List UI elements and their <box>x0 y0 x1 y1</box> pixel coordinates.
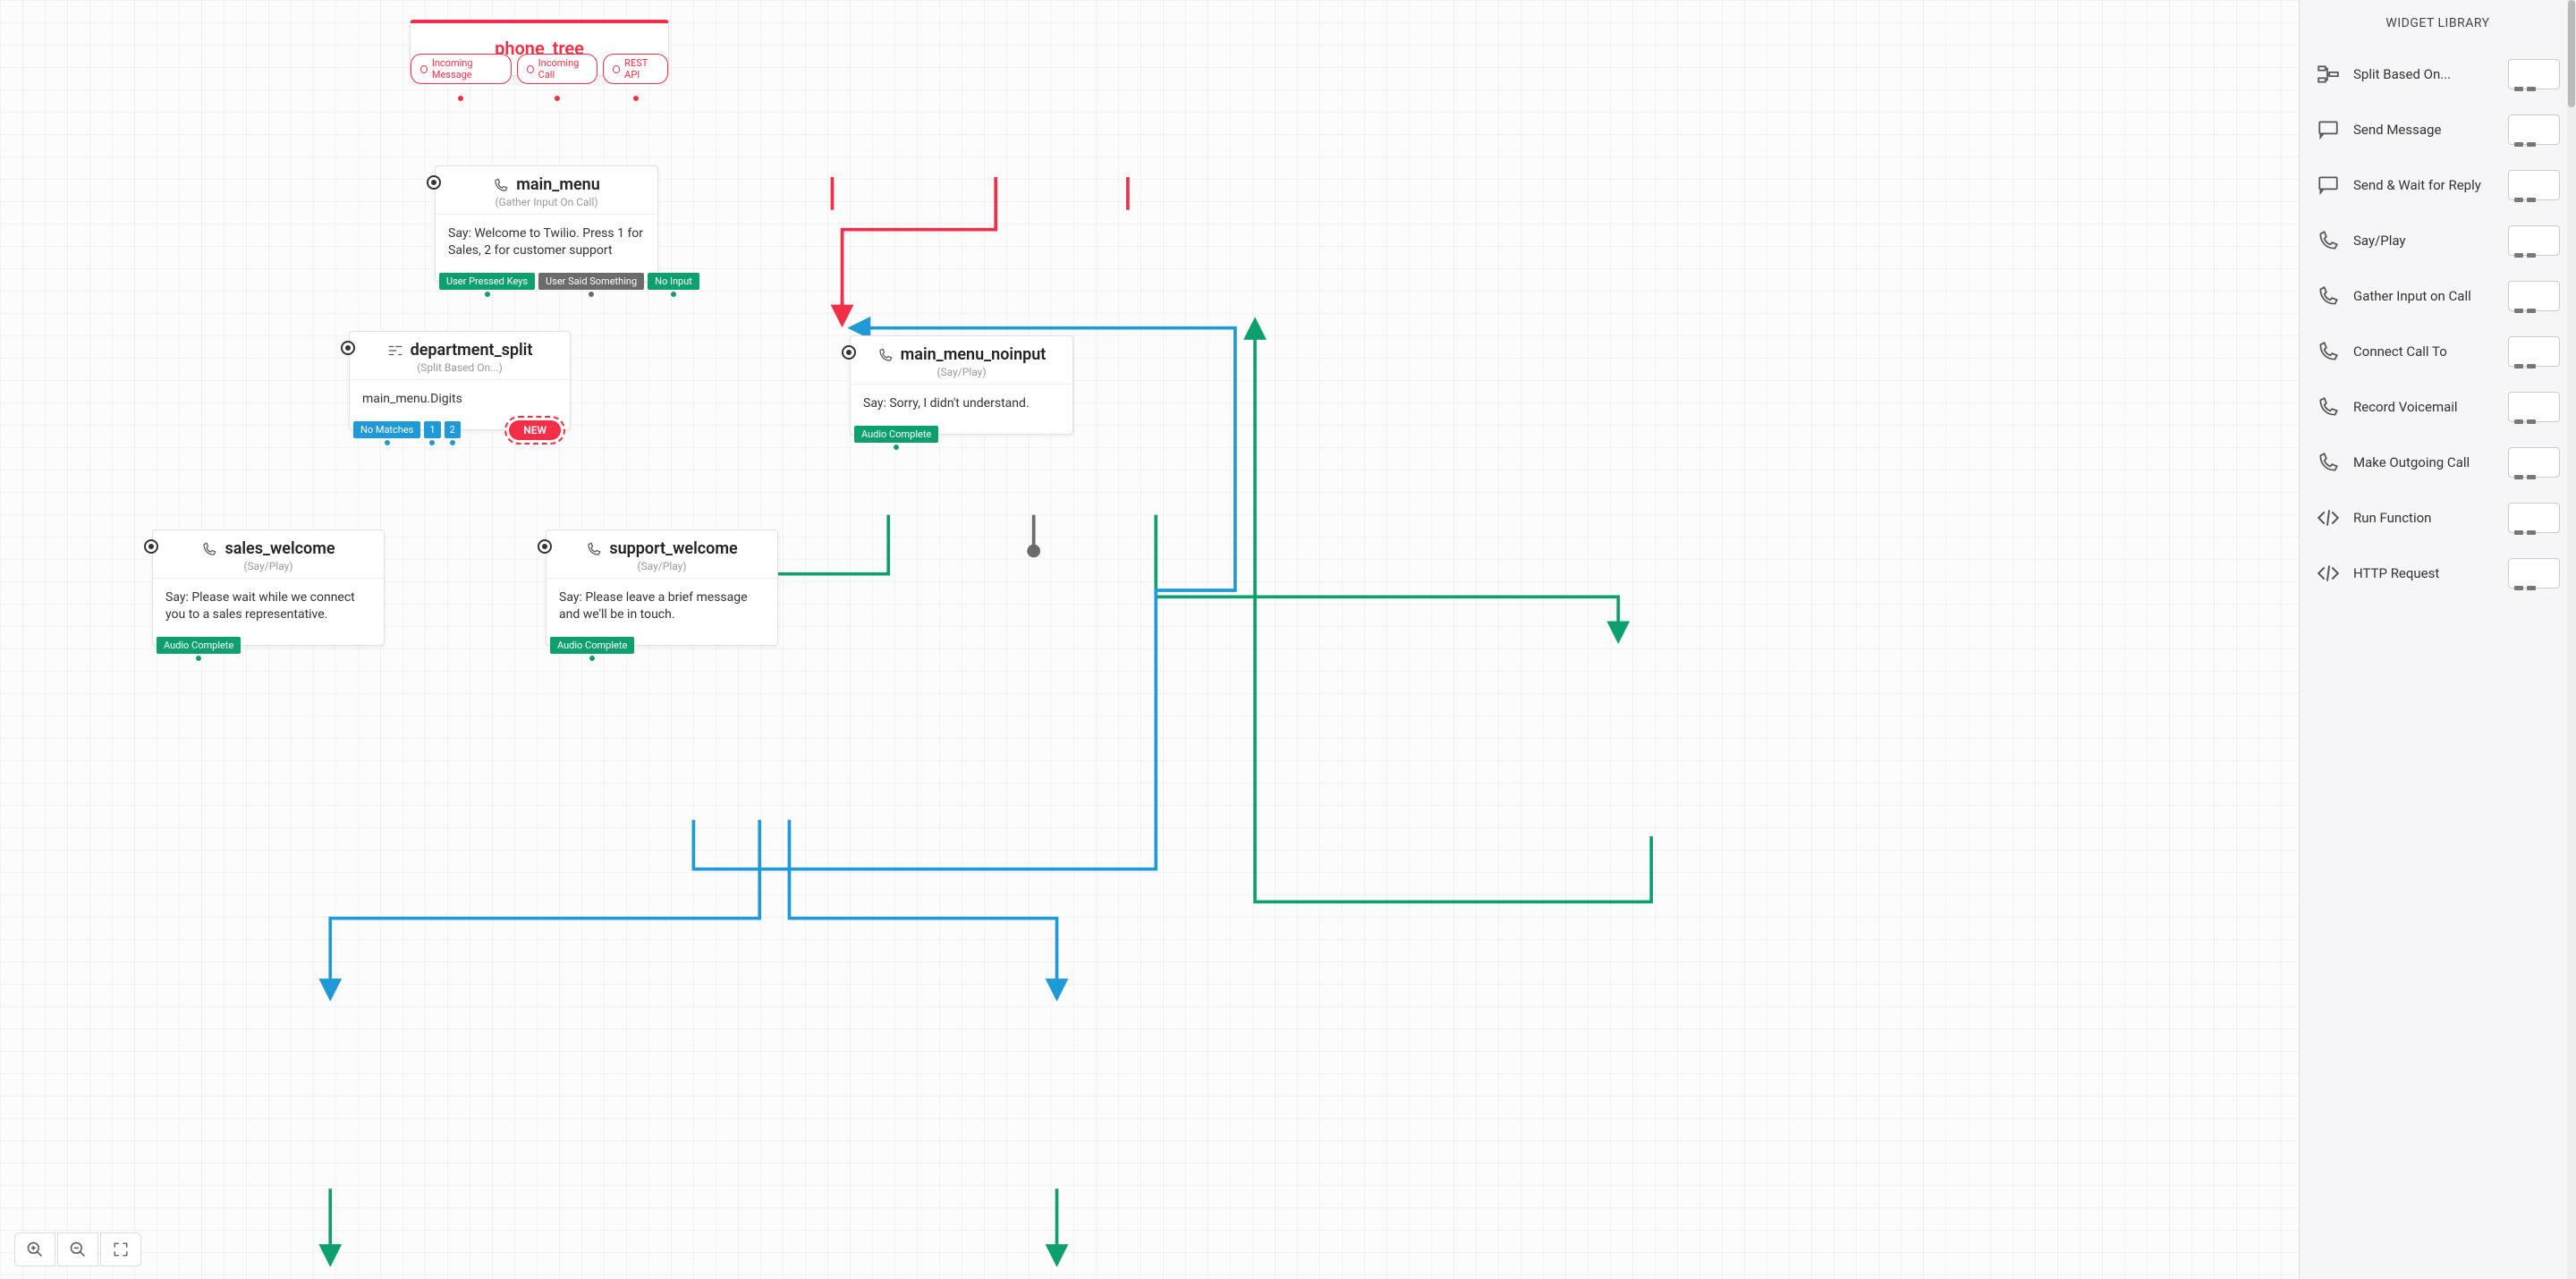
zoom-out-button[interactable] <box>57 1232 98 1266</box>
widget-label: Send & Wait for Reply <box>2353 177 2496 193</box>
node-title: main_menu_noinput <box>901 345 1046 364</box>
widget-library-item[interactable]: Say/Play <box>2300 213 2576 268</box>
phone-icon <box>2316 340 2341 363</box>
widget-label: Say/Play <box>2353 233 2496 249</box>
widget-label: Record Voicemail <box>2353 399 2496 415</box>
widget-library-item[interactable]: Record Voicemail <box>2300 379 2576 435</box>
phone-icon <box>586 541 602 557</box>
trigger-output-incoming-message[interactable]: Incoming Message <box>411 54 512 84</box>
widget-label: Split Based On... <box>2353 66 2496 82</box>
trigger-output-incoming-call[interactable]: Incoming Call <box>517 54 598 84</box>
widget-library-item[interactable]: Split Based On... <box>2300 47 2576 102</box>
widget-label: Make Outgoing Call <box>2353 454 2496 470</box>
sidebar-scrollbar[interactable] <box>2567 0 2576 1279</box>
flow-canvas[interactable]: phone_tree Incoming Message Incoming Cal… <box>0 0 2576 1279</box>
widget-thumbnail <box>2508 336 2560 367</box>
widget-library-panel: WIDGET LIBRARY Split Based On... Send Mes… <box>2299 0 2576 1279</box>
node-body: Say: Please leave a brief message and we… <box>547 579 777 645</box>
edges-layer <box>0 0 2576 1279</box>
widget-library-item[interactable]: Connect Call To <box>2300 324 2576 379</box>
phone-icon <box>493 177 509 193</box>
zoom-controls <box>14 1232 141 1266</box>
msg-icon <box>2316 118 2341 141</box>
widget-thumbnail <box>2508 392 2560 422</box>
trigger-output-rest-api[interactable]: REST API <box>603 54 668 84</box>
node-support-welcome[interactable]: support_welcome (Say/Play) Say: Please l… <box>546 529 778 646</box>
widget-thumbnail <box>2508 170 2560 200</box>
code-icon <box>2316 506 2341 529</box>
node-subtitle: (Say/Play) <box>637 560 686 572</box>
node-title: sales_welcome <box>225 539 335 558</box>
node-body: Say: Welcome to Twilio. Press 1 for Sale… <box>436 215 657 281</box>
node-subtitle: (Say/Play) <box>936 366 986 378</box>
zoom-fit-button[interactable] <box>100 1232 141 1266</box>
node-subtitle: (Split Based On...) <box>417 361 503 374</box>
split-icon <box>387 343 403 359</box>
widget-label: Send Message <box>2353 122 2496 138</box>
output-audio-complete[interactable]: Audio Complete <box>157 637 241 654</box>
output-no-matches[interactable]: No Matches <box>353 421 420 438</box>
output-user-said-something[interactable]: User Said Something <box>538 273 644 290</box>
fit-icon <box>113 1241 129 1258</box>
output-audio-complete[interactable]: Audio Complete <box>550 637 634 654</box>
widget-thumbnail <box>2508 281 2560 311</box>
node-main-menu[interactable]: main_menu (Gather Input On Call) Say: We… <box>435 165 658 282</box>
phone-icon <box>2316 229 2341 252</box>
node-title: department_split <box>411 341 533 360</box>
zoom-in-icon <box>26 1241 44 1258</box>
node-department-split[interactable]: department_split (Split Based On...) mai… <box>349 331 571 430</box>
split-icon <box>2316 63 2341 86</box>
widget-library-item[interactable]: Gather Input on Call <box>2300 268 2576 324</box>
widget-label: Run Function <box>2353 510 2496 526</box>
widget-library-item[interactable]: HTTP Request <box>2300 546 2576 601</box>
zoom-out-icon <box>69 1241 87 1258</box>
output-user-pressed-keys[interactable]: User Pressed Keys <box>439 273 535 290</box>
widget-thumbnail <box>2508 503 2560 533</box>
widget-library-item[interactable]: Run Function <box>2300 490 2576 546</box>
output-no-input[interactable]: No Input <box>648 273 699 290</box>
node-main-menu-noinput[interactable]: main_menu_noinput (Say/Play) Say: Sorry,… <box>850 335 1073 435</box>
widget-thumbnail <box>2508 558 2560 589</box>
node-subtitle: (Gather Input On Call) <box>495 196 597 208</box>
widget-library-item[interactable]: Make Outgoing Call <box>2300 435 2576 490</box>
phone-icon <box>201 541 217 557</box>
node-title: main_menu <box>516 175 600 194</box>
phone-icon <box>2316 451 2341 474</box>
phone-icon <box>877 347 894 363</box>
phone-icon <box>2316 284 2341 308</box>
widget-thumbnail <box>2508 59 2560 89</box>
node-subtitle: (Say/Play) <box>243 560 292 572</box>
widget-thumbnail <box>2508 447 2560 478</box>
node-sales-welcome[interactable]: sales_welcome (Say/Play) Say: Please wai… <box>152 529 385 646</box>
node-body: Say: Please wait while we connect you to… <box>153 579 384 645</box>
widget-label: Gather Input on Call <box>2353 288 2496 304</box>
widget-label: Connect Call To <box>2353 343 2496 360</box>
new-transition-button[interactable]: NEW <box>509 420 561 440</box>
widget-library-item[interactable]: Send Message <box>2300 102 2576 157</box>
output-audio-complete[interactable]: Audio Complete <box>854 426 938 443</box>
output-1[interactable]: 1 <box>424 421 440 438</box>
trigger-node[interactable]: phone_tree Incoming Message Incoming Cal… <box>410 20 669 76</box>
widget-library-title: WIDGET LIBRARY <box>2300 0 2576 47</box>
widget-thumbnail <box>2508 114 2560 145</box>
phone-icon <box>2316 395 2341 419</box>
msg-icon <box>2316 174 2341 197</box>
zoom-in-button[interactable] <box>14 1232 55 1266</box>
output-2[interactable]: 2 <box>445 421 461 438</box>
widget-label: HTTP Request <box>2353 565 2496 581</box>
widget-library-item[interactable]: Send & Wait for Reply <box>2300 157 2576 213</box>
node-title: support_welcome <box>609 539 737 558</box>
widget-thumbnail <box>2508 225 2560 256</box>
code-icon <box>2316 562 2341 585</box>
